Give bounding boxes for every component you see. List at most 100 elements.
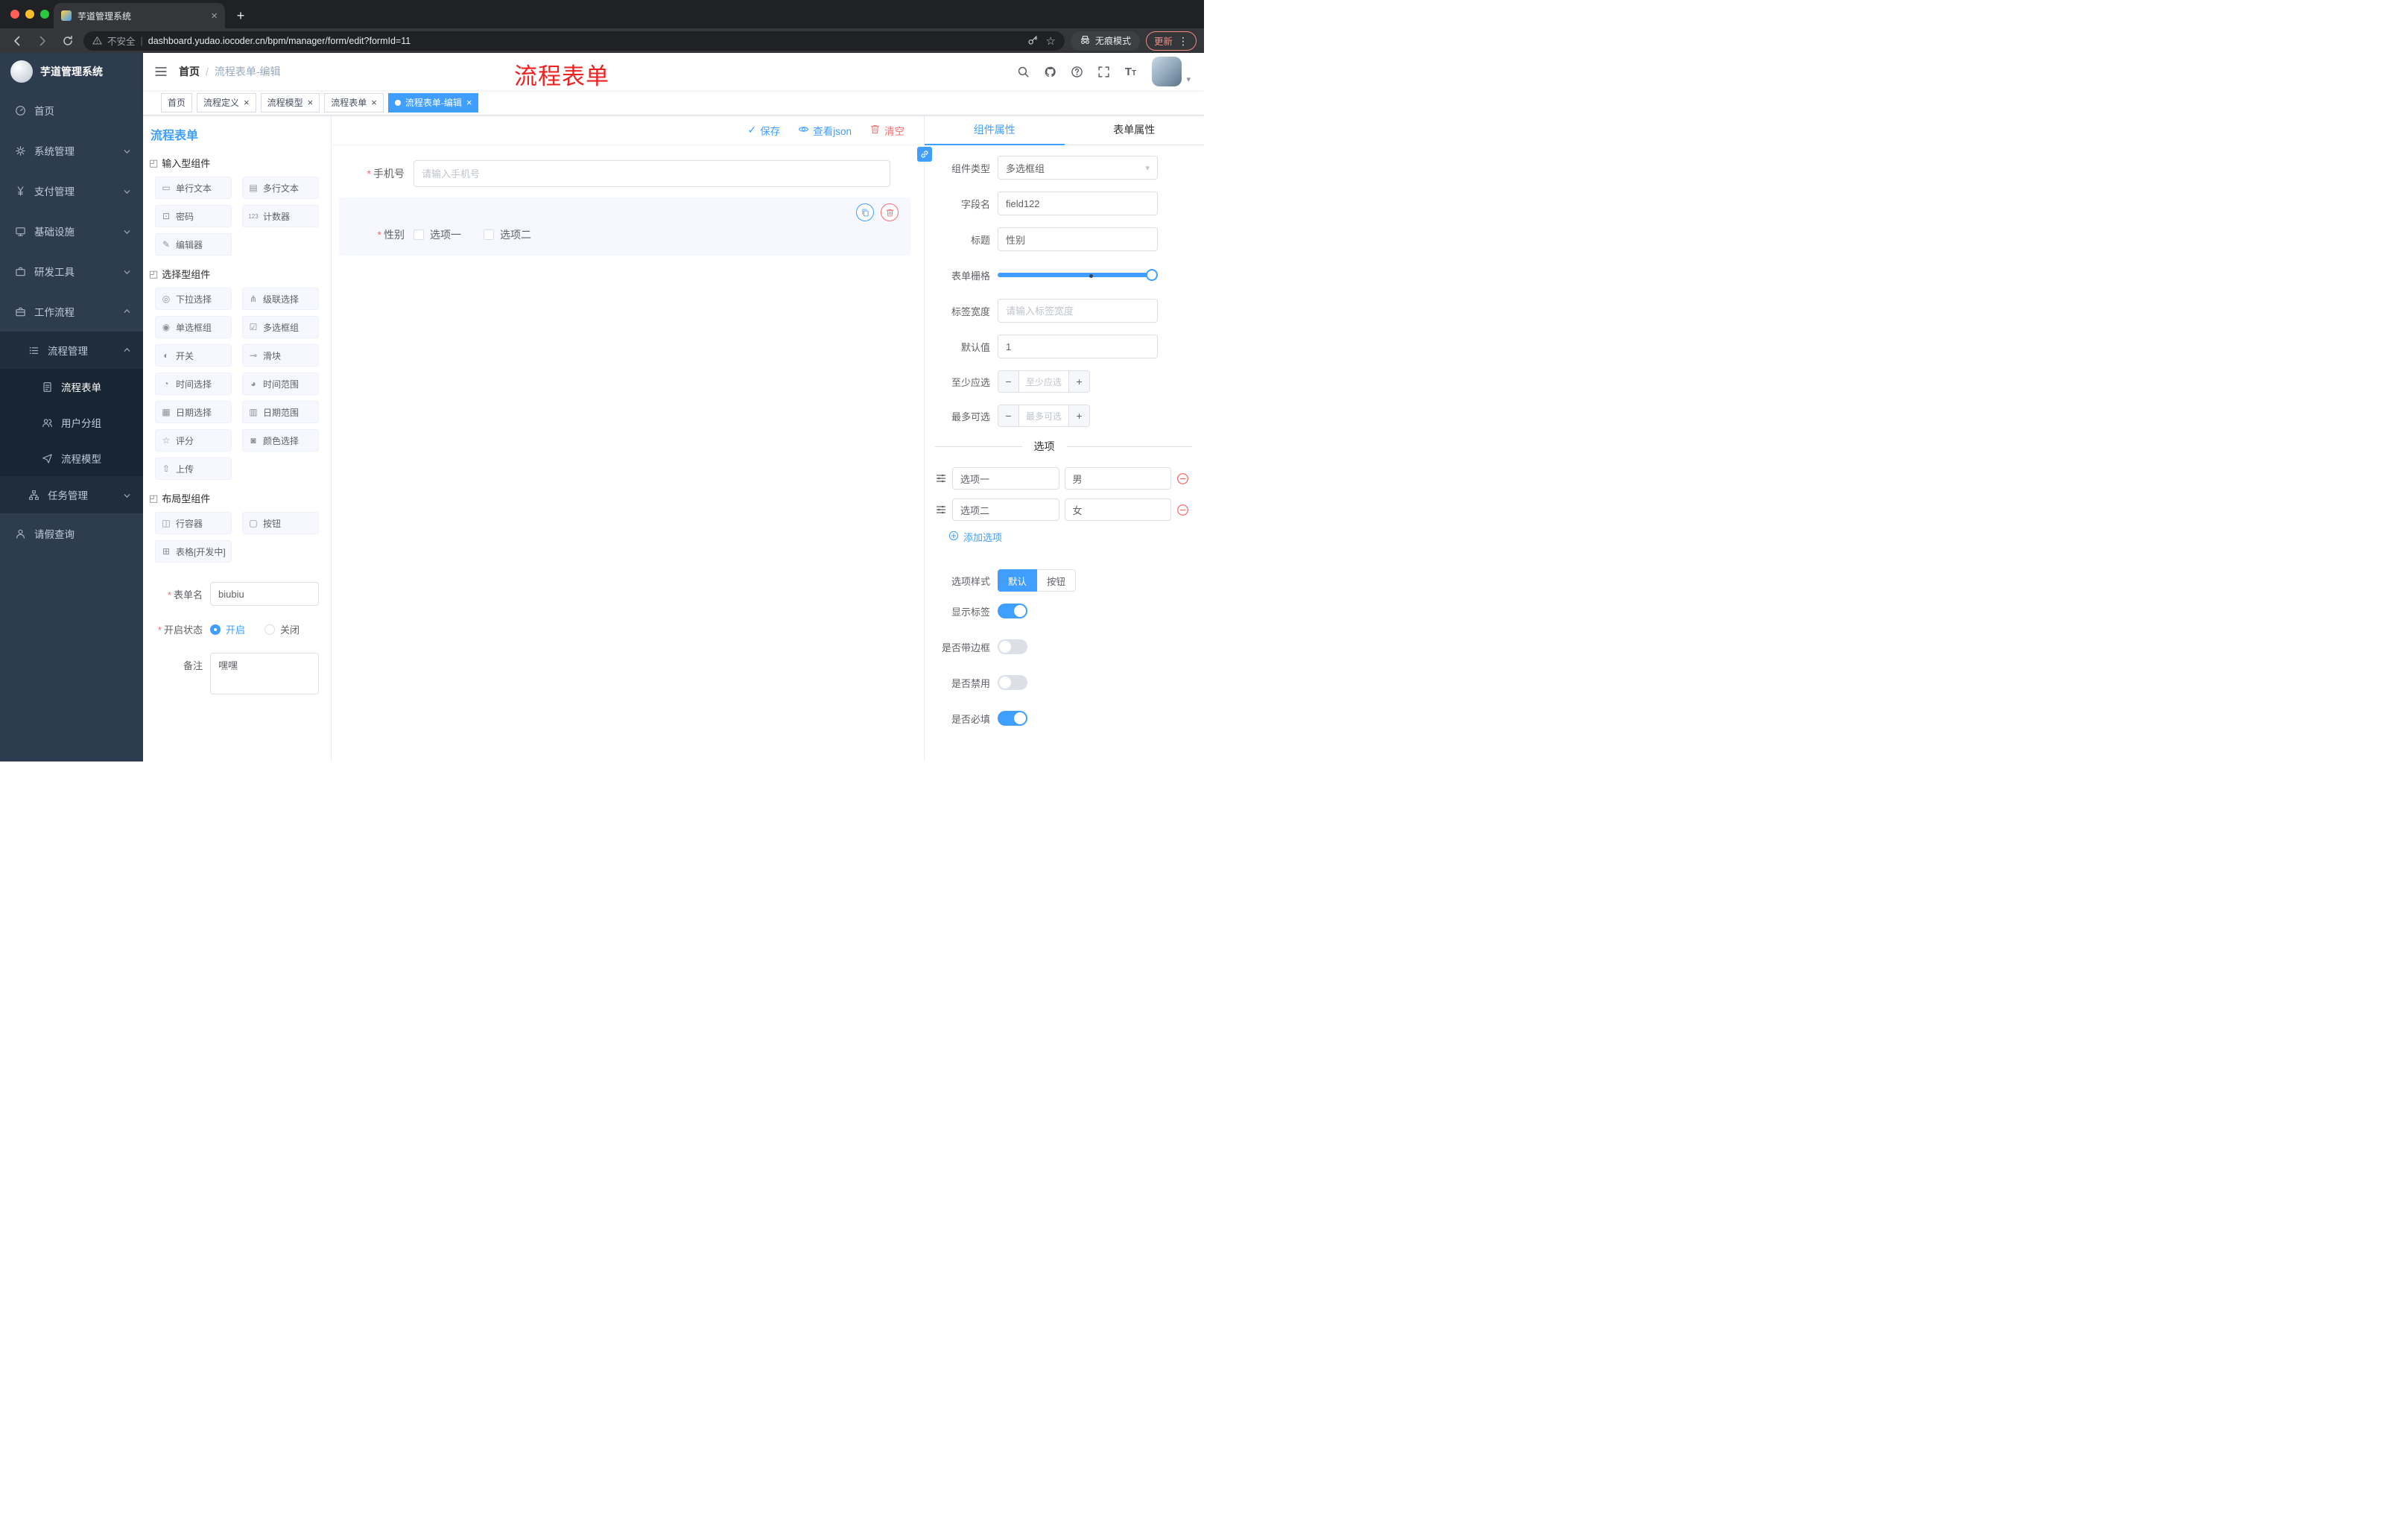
reload-button[interactable] [58,31,77,51]
grid-slider[interactable] [998,263,1158,287]
tag-process-form[interactable]: 流程表单 × [324,92,384,113]
sidebar-item-process-management[interactable]: 流程管理 [0,332,143,369]
user-avatar[interactable] [1152,57,1182,86]
status-radio-off[interactable]: 关闭 [264,622,300,636]
chip-color-picker[interactable]: ◙ 颜色选择 [242,429,319,452]
window-minimize-button[interactable] [25,10,34,19]
chip-counter[interactable]: 123 计数器 [242,205,319,227]
option-name-input[interactable] [952,498,1059,521]
sidebar-item-system[interactable]: 系统管理 [0,130,143,171]
sidebar-item-process-form[interactable]: 流程表单 [0,369,143,405]
chip-upload[interactable]: ⇧ 上传 [155,457,232,480]
fullscreen-icon[interactable] [1092,60,1115,83]
checkbox-box[interactable] [414,229,424,240]
chip-multi-line-text[interactable]: ▤ 多行文本 [242,177,319,199]
gender-option-2[interactable]: 选项二 [484,227,531,242]
title-input[interactable] [998,227,1158,251]
field-phone[interactable]: * 手机号 [339,156,910,191]
show-label-switch[interactable] [998,604,1027,618]
sidebar-item-process-model[interactable]: 流程模型 [0,440,143,476]
tag-close-icon[interactable]: × [466,98,472,107]
field-gender[interactable]: * 性别 选项一 选项二 [339,197,910,256]
chip-time-range[interactable]: ◕ 时间范围 [242,373,319,395]
required-switch[interactable] [998,711,1027,726]
option-style-default[interactable]: 默认 [998,569,1038,592]
sidebar-item-workflow[interactable]: 工作流程 [0,291,143,332]
form-remark-textarea[interactable]: 嘿嘿 [210,653,319,694]
chip-checkbox-group[interactable]: ☑ 多选框组 [242,316,319,338]
menu-kebab-icon[interactable]: ⋮ [1178,36,1188,46]
chip-date-range[interactable]: ▥ 日期范围 [242,401,319,423]
checkbox-box[interactable] [484,229,494,240]
option-value-input[interactable] [1064,498,1171,521]
tag-close-icon[interactable]: × [244,98,250,107]
tab-component-props[interactable]: 组件属性 [925,115,1065,145]
chip-select[interactable]: ◎ 下拉选择 [155,288,232,310]
address-bar[interactable]: 不安全 | dashboard.yudao.iocoder.cn/bpm/man… [83,31,1065,51]
form-name-input[interactable] [210,582,319,606]
tag-close-icon[interactable]: × [371,98,377,107]
help-icon[interactable] [1065,60,1088,83]
chip-button[interactable]: ▢ 按钮 [242,512,319,534]
window-zoom-button[interactable] [40,10,49,19]
sidebar-item-dev-tools[interactable]: 研发工具 [0,251,143,291]
status-radio-on[interactable]: 开启 [210,622,245,636]
breadcrumb-home[interactable]: 首页 [179,64,200,79]
document-link-button[interactable] [917,147,932,162]
drawing-board[interactable]: *手机号 *性别 选项一 选项二 [332,145,924,762]
sidebar-item-leave-query[interactable]: 请假查询 [0,513,143,554]
tag-close-icon[interactable]: × [308,98,314,107]
label-width-input[interactable] [998,299,1158,323]
chip-switch[interactable]: ◐ 开关 [155,344,232,367]
option-name-input[interactable] [952,467,1059,490]
search-icon[interactable] [1012,60,1034,83]
phone-input[interactable] [414,160,890,187]
slider-track[interactable] [998,273,1156,277]
disabled-switch[interactable] [998,675,1027,690]
sidebar-logo[interactable]: 芋道管理系统 [0,53,143,90]
chip-rate[interactable]: ☆ 评分 [155,429,232,452]
minus-button[interactable]: − [998,405,1019,426]
chip-password[interactable]: ⊡ 密码 [155,205,232,227]
password-key-icon[interactable] [1027,34,1039,48]
chip-editor[interactable]: ✎ 编辑器 [155,233,232,256]
new-tab-button[interactable]: + [231,6,250,25]
chip-radio-group[interactable]: ◉ 单选框组 [155,316,232,338]
plus-button[interactable]: + [1068,371,1089,392]
clear-button[interactable]: 清空 [869,123,904,138]
save-button[interactable]: ✓ 保存 [748,123,781,138]
option-value-input[interactable] [1064,467,1171,490]
hamburger-icon[interactable] [143,53,179,90]
drag-handle-icon[interactable] [935,472,947,484]
back-button[interactable] [7,31,27,51]
avatar-caret-down-icon[interactable]: ▾ [1186,75,1191,84]
border-switch[interactable] [998,639,1027,654]
github-icon[interactable] [1039,60,1061,83]
add-option-button[interactable]: 添加选项 [948,530,1158,544]
chip-row-container[interactable]: ◫ 行容器 [155,512,232,534]
view-json-button[interactable]: 查看json [798,123,852,138]
plus-button[interactable]: + [1068,405,1089,426]
slider-thumb[interactable] [1146,269,1158,281]
tag-process-form-edit[interactable]: 流程表单-编辑 × [387,92,479,113]
remove-option-icon[interactable] [1176,504,1189,516]
field-name-input[interactable] [998,191,1158,215]
browser-tab[interactable]: 芋道管理系统 × [54,3,225,28]
font-size-icon[interactable]: TT [1119,66,1141,78]
sidebar-item-user-group[interactable]: 用户分组 [0,405,143,440]
gender-option-1[interactable]: 选项一 [414,227,461,242]
chip-cascader[interactable]: ⋔ 级联选择 [242,288,319,310]
chip-time-picker[interactable]: ◔ 时间选择 [155,373,232,395]
drag-handle-icon[interactable] [935,504,947,516]
sidebar-item-infrastructure[interactable]: 基础设施 [0,211,143,251]
tab-close-icon[interactable]: × [211,10,218,22]
remove-option-icon[interactable] [1176,472,1189,485]
sidebar-item-task-management[interactable]: 任务管理 [0,476,143,513]
window-close-button[interactable] [10,10,19,19]
default-value-input[interactable] [998,335,1158,358]
component-type-select[interactable]: 多选框组 ▾ [998,156,1158,180]
minus-button[interactable]: − [998,371,1019,392]
sidebar-item-home[interactable]: 首页 [0,90,143,130]
forward-button[interactable] [33,31,52,51]
chip-single-line-text[interactable]: ▭ 单行文本 [155,177,232,199]
